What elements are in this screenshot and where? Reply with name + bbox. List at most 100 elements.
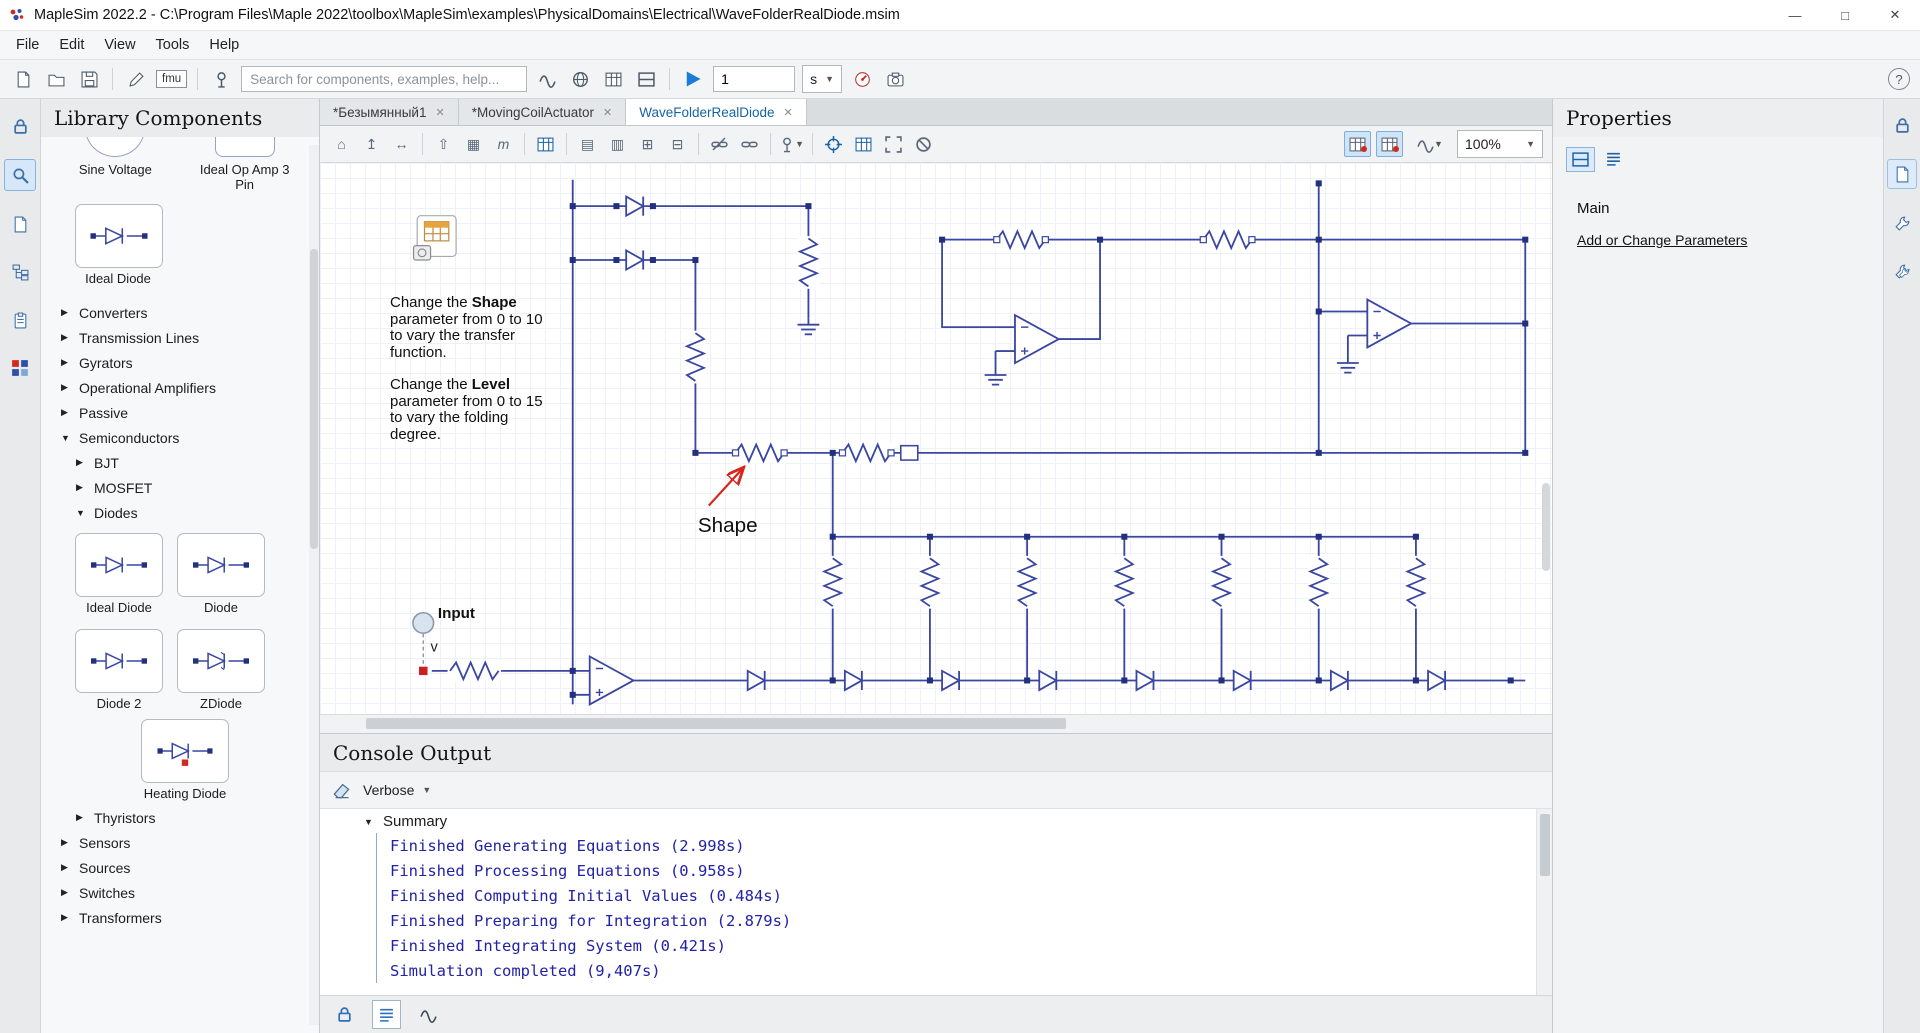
diode-component[interactable] (746, 669, 766, 691)
time-unit-select[interactable]: s ▼ (802, 65, 843, 93)
lock-console-icon[interactable] (331, 1001, 358, 1028)
export-subsystem-icon[interactable]: ⇧ (431, 132, 456, 156)
diode-component[interactable] (1329, 669, 1349, 691)
component-diode[interactable]: Diode (177, 533, 265, 615)
menu-view[interactable]: View (94, 34, 145, 56)
resistor-component[interactable] (1015, 554, 1039, 610)
datatable-icon[interactable] (533, 132, 558, 156)
circuit-wires[interactable] (431, 179, 1527, 705)
diode-component[interactable] (941, 669, 960, 691)
component-sine-voltage[interactable]: Sine Voltage (60, 137, 170, 177)
add-or-change-parameters-link[interactable]: Add or Change Parameters (1553, 217, 1883, 248)
canvas-note-level[interactable]: Change the Level parameter from 0 to 15 … (390, 376, 546, 443)
console-summary-group[interactable]: ▼ Summary (320, 809, 1552, 833)
resistor-component[interactable] (796, 235, 821, 290)
connect-icon[interactable] (737, 132, 762, 156)
disconnect-icon[interactable] (707, 132, 732, 156)
canvas-horizontal-scrollbar[interactable] (320, 714, 1552, 734)
resistor-component[interactable] (918, 554, 942, 610)
component-zdiode[interactable]: ZDiode (177, 629, 265, 711)
resistor-component[interactable] (446, 659, 502, 683)
search-documents-icon[interactable] (5, 209, 35, 239)
diode-component[interactable] (625, 195, 645, 217)
input-port-node[interactable] (419, 666, 428, 676)
schematic-canvas[interactable]: Input v Shape Change the Shape parameter… (320, 163, 1552, 714)
new-file-icon[interactable] (10, 66, 36, 92)
simulation-results-icon[interactable] (415, 1001, 442, 1028)
resistor-component[interactable] (1112, 554, 1137, 610)
properties-view-icon[interactable] (1566, 147, 1595, 172)
library-scrollbar-thumb[interactable] (310, 249, 318, 549)
tree-item-sources[interactable]: ▶ Sources (41, 855, 319, 880)
resistor-component[interactable] (1404, 554, 1428, 610)
console-body[interactable]: ▼ Summary Finished Generating Equations … (320, 809, 1552, 995)
diode-component[interactable] (1232, 669, 1252, 691)
center-view-icon[interactable] (821, 132, 846, 156)
diode-component[interactable] (843, 669, 863, 691)
maximize-button[interactable]: □ (1820, 0, 1870, 30)
console-scrollbar-thumb[interactable] (1540, 814, 1550, 876)
canvas-horizontal-scrollbar-thumb[interactable] (366, 718, 1066, 729)
library-components-icon[interactable] (4, 159, 36, 191)
ground-component[interactable] (1336, 356, 1360, 374)
show-parameter-ports-toggle[interactable] (1344, 131, 1371, 157)
tree-item-bjt[interactable]: ▶ BJT (41, 450, 319, 475)
component-ideal-op-amp[interactable]: Ideal Op Amp 3 Pin (190, 137, 300, 192)
model-tree-icon[interactable] (5, 257, 35, 287)
component-heating-diode[interactable]: Heating Diode (41, 713, 319, 803)
resistor-component[interactable] (732, 441, 788, 465)
menu-file[interactable]: File (6, 34, 49, 56)
align-center-icon[interactable]: ▥ (605, 132, 630, 156)
add-datatable-icon[interactable] (851, 132, 876, 156)
component-ideal-diode-featured[interactable]: Ideal Diode (41, 192, 319, 290)
multibody-tools-icon[interactable] (1888, 257, 1916, 285)
close-button[interactable]: ✕ (1870, 0, 1920, 30)
fit-view-icon[interactable] (881, 132, 906, 156)
component-diode-2[interactable]: Diode 2 (75, 629, 163, 711)
disable-icon[interactable] (911, 132, 936, 156)
diode-component[interactable] (1135, 669, 1155, 691)
tree-item-semiconductors[interactable]: ▼ Semiconductors (41, 425, 319, 450)
spreadsheet-icon[interactable] (600, 66, 626, 92)
search-input[interactable] (241, 66, 528, 92)
multibody-settings-icon[interactable] (5, 353, 35, 383)
tree-item-transmission-lines[interactable]: ▶ Transmission Lines (41, 325, 319, 350)
distribute-vertical-icon[interactable]: ⊟ (665, 132, 690, 156)
diode-component[interactable] (1427, 669, 1446, 691)
plot-window-icon[interactable] (534, 66, 560, 92)
canvas-vertical-scrollbar[interactable] (1540, 163, 1552, 714)
tree-item-operational-amplifiers[interactable]: ▶ Operational Amplifiers (41, 375, 319, 400)
properties-list-icon[interactable] (1600, 147, 1627, 170)
tab-movingcoilactuator[interactable]: *MovingCoilActuator ✕ (458, 99, 627, 125)
snapshot-icon[interactable] (882, 66, 908, 92)
tree-item-switches[interactable]: ▶ Switches (41, 880, 319, 905)
tree-item-passive[interactable]: ▶ Passive (41, 400, 319, 425)
diode-component[interactable] (625, 249, 645, 271)
close-icon[interactable]: ✕ (603, 106, 612, 119)
signal-probe-dropdown[interactable]: ▼ (1408, 132, 1452, 156)
resistor-component[interactable] (839, 441, 895, 465)
tree-item-mosfet[interactable]: ▶ MOSFET (41, 475, 319, 500)
community-icon[interactable] (567, 66, 593, 92)
resistor-component[interactable] (683, 329, 708, 385)
tab-wavefolderrealdiode[interactable]: WaveFolderRealDiode ✕ (626, 99, 807, 125)
tree-item-diodes[interactable]: ▼ Diodes (41, 500, 319, 525)
tab-untitled1[interactable]: *Безымянный1 ✕ (320, 99, 459, 125)
properties-tab-icon[interactable] (1887, 159, 1917, 189)
close-icon[interactable]: ✕ (784, 106, 793, 119)
distribute-horizontal-icon[interactable]: ⊞ (635, 132, 660, 156)
navigate-back-forward-icon[interactable]: ↔ (389, 132, 414, 156)
component-ideal-diode[interactable]: Ideal Diode (75, 533, 163, 615)
library-scrollbar[interactable] (309, 145, 319, 1025)
verbosity-select[interactable]: Verbose ▼ (363, 782, 431, 798)
app-window-icon[interactable] (633, 66, 659, 92)
resistor-component[interactable] (820, 554, 845, 610)
zoom-select[interactable]: 100% ▼ (1457, 130, 1543, 158)
menu-edit[interactable]: Edit (49, 34, 94, 56)
equations-icon[interactable]: m (491, 132, 516, 156)
browse-home-icon[interactable]: ⌂ (329, 132, 354, 156)
save-file-icon[interactable] (76, 66, 102, 92)
show-connection-ports-toggle[interactable] (1376, 131, 1403, 157)
probe-mode-dropdown[interactable]: ▼ (779, 132, 804, 156)
fmu-export-button[interactable]: fmu (156, 70, 188, 88)
